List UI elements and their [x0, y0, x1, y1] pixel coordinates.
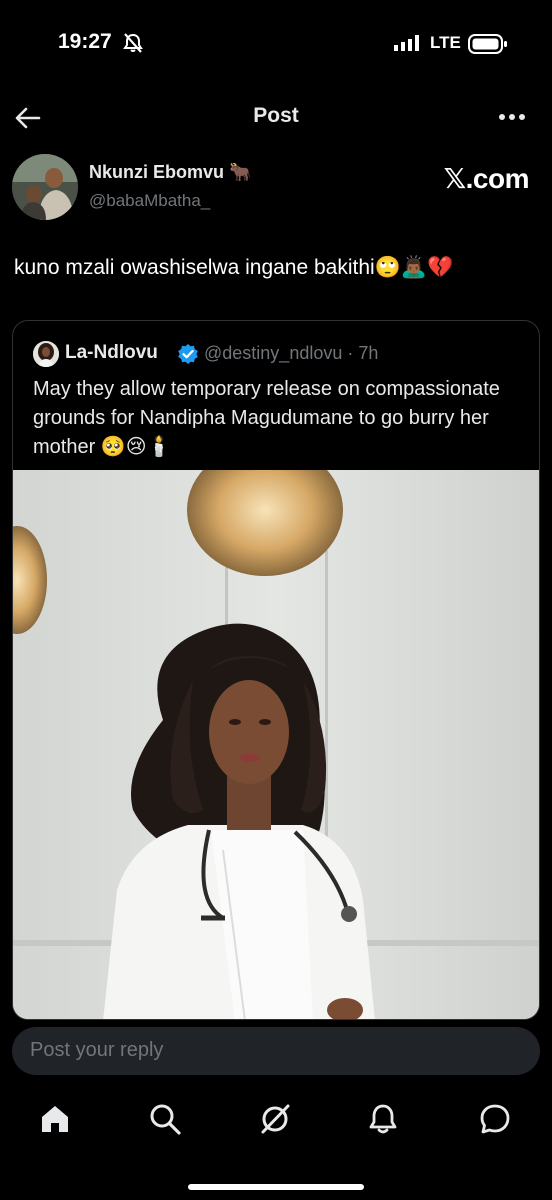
more-options-icon[interactable]	[498, 112, 526, 122]
quoted-tweet[interactable]: La-Ndlovu @destiny_ndlovu · 7h May they …	[12, 320, 540, 1020]
quoted-author-handle: @destiny_ndlovu · 7h	[204, 343, 379, 363]
tweet-author: Nkunzi Ebomvu 🐂 @babaMbatha_ 𝕏.com	[12, 154, 540, 222]
quoted-author-name: La-Ndlovu	[65, 342, 158, 363]
tweet-text: kuno mzali owashiselwa ingane bakithi🙄🙇🏾…	[14, 256, 454, 279]
verified-badge-icon	[178, 344, 198, 364]
reply-input[interactable]: Post your reply	[30, 1039, 163, 1062]
quoted-tweet-text: May they allow temporary release on comp…	[33, 378, 500, 458]
network-type: LTE	[430, 33, 461, 52]
photo-doctor-portrait	[13, 470, 539, 1019]
bell-off-icon	[123, 33, 143, 53]
home-icon[interactable]	[38, 1102, 72, 1136]
grok-icon[interactable]	[258, 1102, 292, 1136]
x-watermark: 𝕏.com	[443, 163, 530, 194]
search-icon[interactable]	[148, 1102, 182, 1136]
notifications-icon[interactable]	[366, 1102, 400, 1136]
top-app-bar: Post	[0, 96, 552, 138]
quoted-tweet-image[interactable]	[13, 470, 539, 1019]
author-name[interactable]: Nkunzi Ebomvu 🐂	[89, 162, 251, 183]
avatar-image	[12, 154, 78, 220]
status-bar: 19:27 LTE	[0, 0, 552, 92]
page-title: Post	[253, 104, 299, 127]
status-time: 19:27	[58, 30, 112, 53]
author-handle[interactable]: @babaMbatha_	[89, 191, 210, 211]
quoted-author-avatar	[33, 341, 59, 367]
messages-icon[interactable]	[478, 1102, 512, 1136]
home-indicator	[188, 1184, 364, 1190]
battery-icon	[468, 34, 507, 54]
reply-bar[interactable]: Post your reply	[12, 1027, 540, 1075]
quoted-avatar-image	[33, 341, 59, 367]
author-avatar[interactable]	[12, 154, 78, 220]
signal-icon	[394, 35, 419, 51]
